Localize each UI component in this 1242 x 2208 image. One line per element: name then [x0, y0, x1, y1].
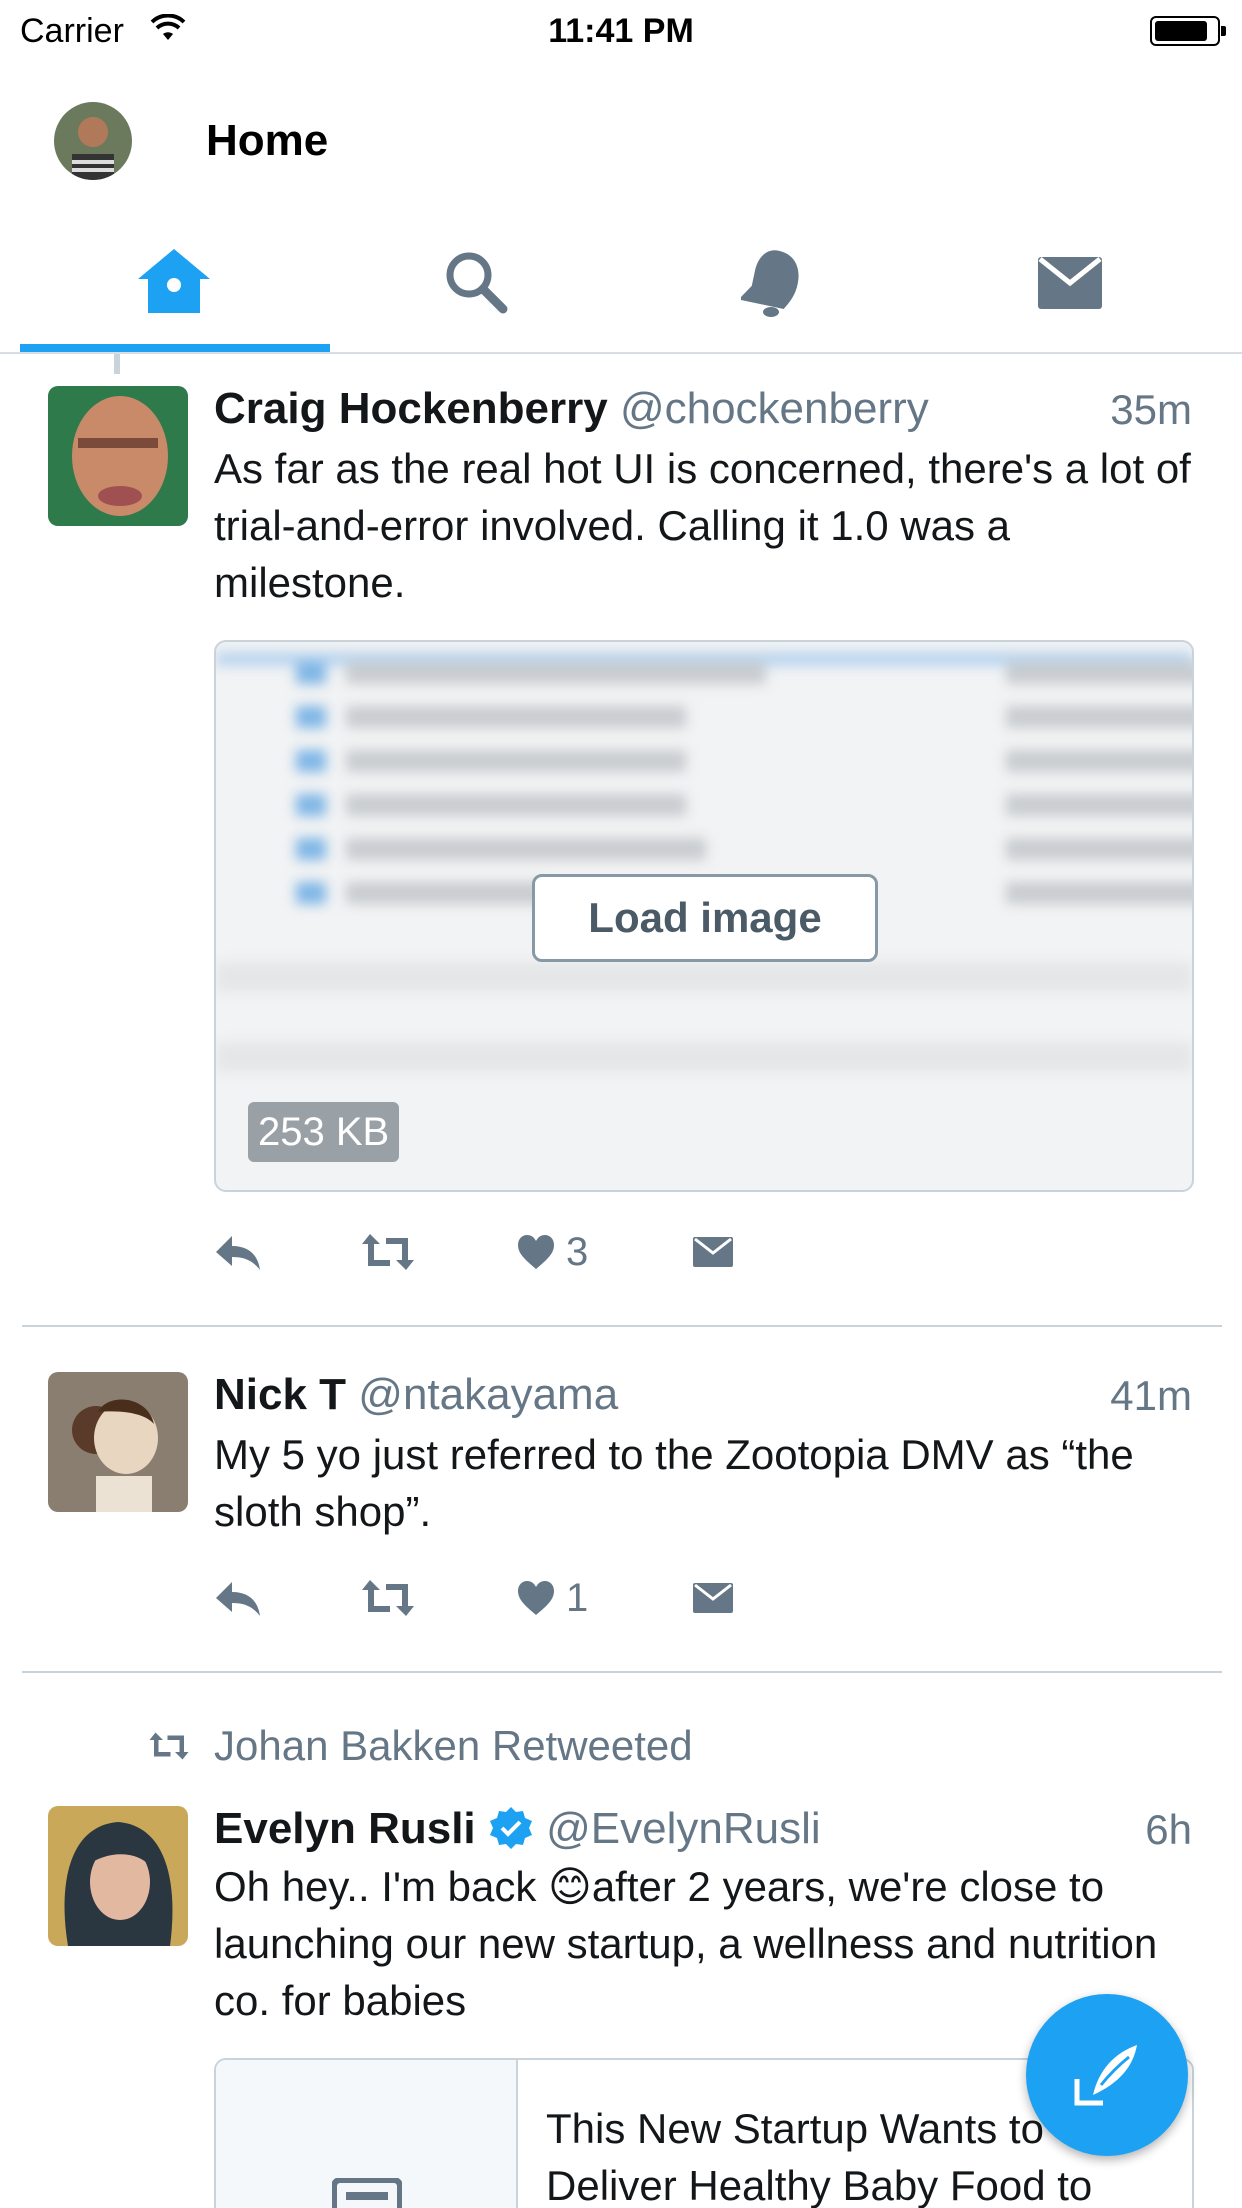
compose-icon [1074, 2045, 1137, 2106]
like-button[interactable]: 3 [516, 1222, 588, 1282]
tab-bar [0, 212, 1242, 354]
tweet-text: My 5 yo just referred to the Zootopia DM… [214, 1431, 1134, 1535]
active-tab-indicator [20, 344, 330, 352]
tab-notifications[interactable] [622, 212, 922, 352]
tweet-text: Oh hey.. I'm back 😊after 2 years, we're … [214, 1858, 1204, 2029]
tab-messages[interactable] [920, 212, 1220, 352]
top-bar: Home [0, 62, 1242, 212]
timestamp: 35m [1110, 386, 1192, 433]
divider [22, 1671, 1222, 1673]
tweet-header: Craig Hockenberry @chockenberry [214, 384, 929, 434]
card-thumbnail [216, 2060, 518, 2208]
username[interactable]: @EvelynRusli [546, 1804, 821, 1853]
status-bar: Carrier 11:41 PM [0, 0, 1242, 62]
load-image-button[interactable]: Load image [532, 874, 878, 962]
avatar[interactable] [48, 1372, 188, 1512]
file-size-badge: 253 KB [248, 1102, 400, 1162]
tweet-header: Evelyn Rusli @EvelynRusli [214, 1804, 821, 1854]
article-icon [332, 2178, 402, 2208]
heart-icon [518, 1581, 554, 1615]
heart-icon [518, 1235, 554, 1269]
smile-emoji: 😊 [548, 1863, 592, 1910]
like-count: 1 [566, 1575, 589, 1620]
retweet-button[interactable] [360, 1568, 416, 1628]
timestamp: 6h [1145, 1806, 1192, 1853]
username[interactable]: @chockenberry [620, 384, 929, 433]
tweet-text-part: Oh hey.. I'm back [214, 1863, 549, 1910]
search-icon [446, 252, 508, 314]
like-count: 3 [566, 1229, 589, 1274]
direct-message-button[interactable] [692, 1222, 734, 1282]
display-name[interactable]: Evelyn Rusli [214, 1804, 476, 1853]
page-title: Home [206, 116, 329, 165]
avatar[interactable] [48, 1806, 188, 1946]
retweeted-by-label: Johan Bakken Retweeted [214, 1722, 693, 1769]
avatar[interactable] [48, 386, 188, 526]
compose-tweet-button[interactable] [1026, 1994, 1188, 2156]
tweet-actions: 1 [214, 1568, 814, 1628]
home-icon [138, 249, 210, 313]
envelope-icon [1038, 257, 1102, 309]
reply-icon [216, 1582, 260, 1616]
thread-line [114, 354, 120, 374]
retweet-button[interactable] [360, 1222, 416, 1282]
direct-message-button[interactable] [692, 1568, 734, 1628]
tweet-text: As far as the real hot UI is concerned, … [214, 445, 1191, 606]
tab-search[interactable] [326, 212, 626, 352]
reply-icon [216, 1236, 260, 1270]
timestamp: 41m [1110, 1372, 1192, 1419]
bell-icon [741, 250, 799, 317]
envelope-icon [693, 1583, 733, 1613]
like-button[interactable]: 1 [516, 1568, 588, 1628]
retweet-icon [362, 1580, 414, 1616]
tweet-header: Nick T @ntakayama [214, 1370, 618, 1420]
profile-avatar[interactable] [54, 102, 132, 180]
divider [22, 1325, 1222, 1327]
battery-icon [1150, 16, 1226, 46]
retweet-icon [149, 1732, 189, 1760]
retweet-context[interactable]: Johan Bakken Retweeted [148, 1722, 693, 1770]
tab-home[interactable] [24, 212, 324, 352]
clock: 11:41 PM [548, 12, 694, 50]
username[interactable]: @ntakayama [358, 1370, 618, 1419]
retweet-icon [362, 1234, 414, 1270]
tweet-actions: 3 [214, 1222, 814, 1282]
reply-button[interactable] [214, 1222, 262, 1282]
display-name[interactable]: Nick T [214, 1370, 346, 1419]
envelope-icon [693, 1237, 733, 1267]
media-preview[interactable]: Load image 253 KB [214, 640, 1194, 1192]
display-name[interactable]: Craig Hockenberry [214, 384, 608, 433]
verified-badge-icon [489, 1807, 532, 1849]
reply-button[interactable] [214, 1568, 262, 1628]
